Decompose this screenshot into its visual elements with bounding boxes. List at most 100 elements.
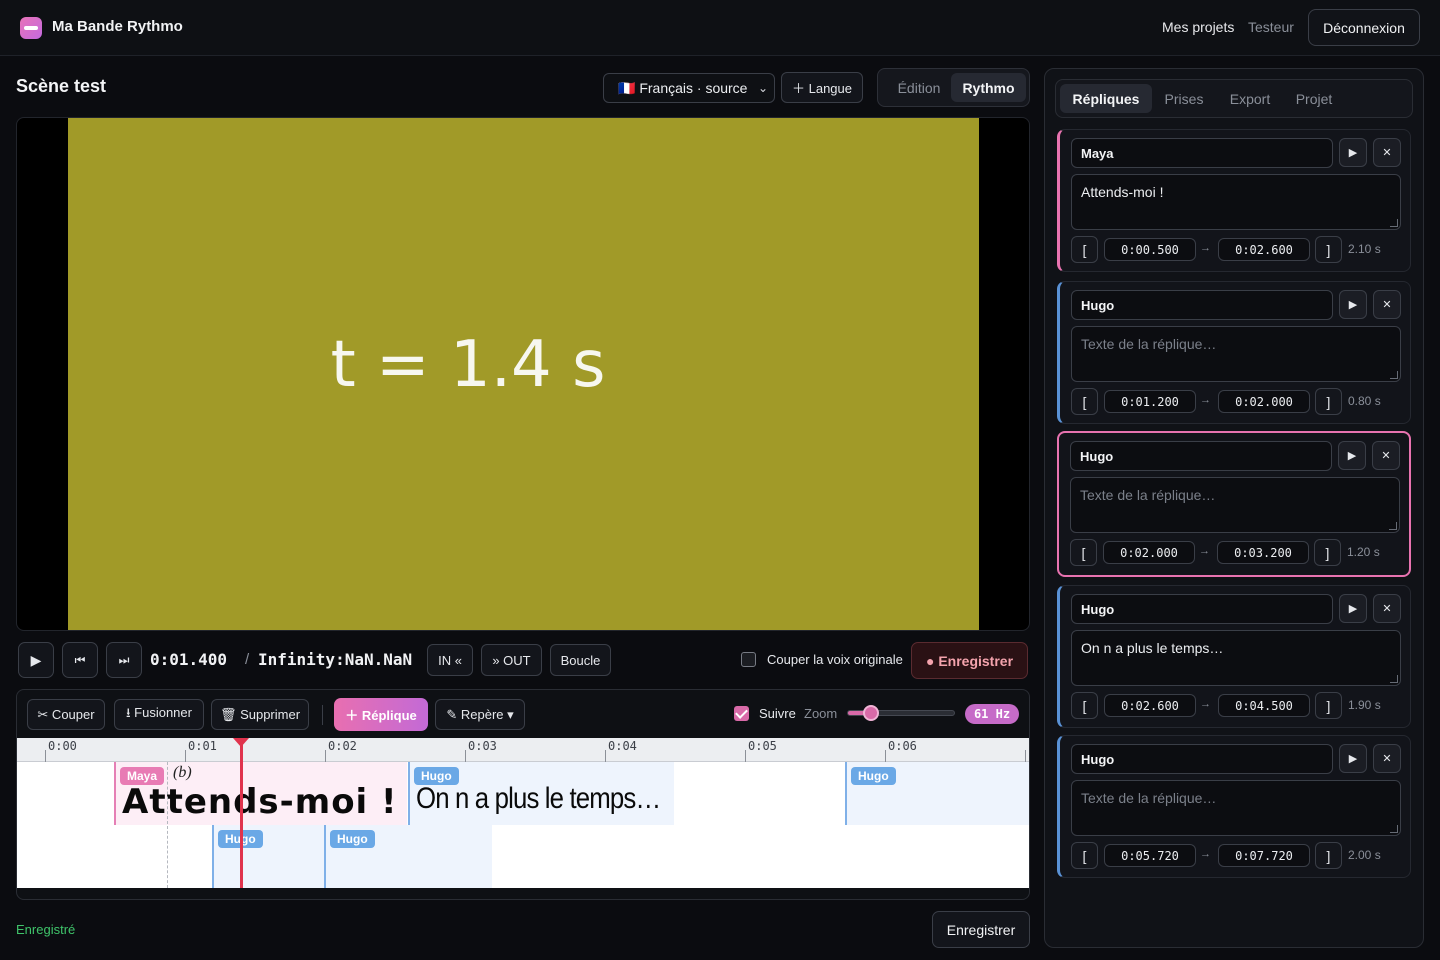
rythmo-block[interactable]: Hugo [324, 825, 492, 888]
add-line-button[interactable]: ＋ Réplique [334, 698, 428, 731]
tab-repliques[interactable]: Répliques [1060, 84, 1152, 113]
previous-button[interactable]: ⏮ [62, 642, 98, 678]
zoom-slider[interactable] [847, 705, 955, 721]
end-time-input[interactable]: 0:04.500 [1218, 694, 1310, 717]
start-time-input[interactable]: 0:00.500 [1104, 238, 1196, 261]
end-time-input[interactable]: 0:02.600 [1218, 238, 1310, 261]
line-text-input[interactable]: Texte de la réplique… [1071, 326, 1401, 382]
play-line-button[interactable]: ▶ [1338, 441, 1366, 470]
mark-in-button[interactable]: IN « [427, 644, 473, 676]
set-start-button[interactable]: [ [1070, 539, 1097, 566]
mode-edition-tab[interactable]: Édition [884, 73, 954, 102]
record-button[interactable]: ● Enregistrer [911, 642, 1028, 679]
arrow-right-icon: → [1200, 242, 1211, 254]
line-text-input[interactable]: Texte de la réplique… [1071, 780, 1401, 836]
rythmo-track-1[interactable]: Maya Attends-moi ! (b) Hugo On n a plus … [17, 762, 1029, 825]
tab-export[interactable]: Export [1220, 84, 1280, 113]
line-card[interactable]: Hugo ▶ ✕ Texte de la réplique… [0:01.200 → 0:0… [1057, 281, 1411, 424]
save-button[interactable]: Enregistrer [932, 911, 1030, 948]
playhead[interactable] [240, 738, 243, 888]
follow-checkbox[interactable] [734, 706, 749, 721]
start-time-input[interactable]: 0:02.600 [1104, 694, 1196, 717]
line-text-input[interactable]: On n a plus le temps… [1071, 630, 1401, 686]
end-time-input[interactable]: 0:03.200 [1217, 541, 1309, 564]
line-card[interactable]: Maya ▶ ✕ Attends-moi ! [0:00.500 → 0:02.600] 2.… [1057, 129, 1411, 272]
language-select[interactable]: 🇫🇷 Français · source ⌄ [603, 73, 775, 103]
ruler-tick [885, 750, 886, 762]
add-language-button[interactable]: ＋ Langue [781, 72, 863, 103]
delete-line-button[interactable]: ✕ [1373, 744, 1401, 773]
logout-button[interactable]: Déconnexion [1308, 9, 1420, 46]
cut-button[interactable]: ✂ Couper [27, 699, 105, 730]
loop-button[interactable]: Boucle [550, 644, 611, 676]
timecode-separator: / [245, 651, 250, 668]
set-end-button[interactable]: ] [1315, 236, 1342, 263]
video-player[interactable]: t = 1.4 s [16, 117, 1030, 631]
line-text-input[interactable]: Texte de la réplique… [1070, 477, 1400, 533]
cut-original-voice-checkbox[interactable] [741, 652, 756, 667]
tab-projet[interactable]: Projet [1286, 84, 1342, 113]
rythmo-track-2[interactable]: Hugo Hugo [17, 825, 1029, 888]
delete-line-button[interactable]: ✕ [1373, 594, 1401, 623]
line-card[interactable]: Hugo ▶ ✕ Texte de la réplique… [0:02.000 → 0:0… [1057, 431, 1411, 577]
line-card[interactable]: Hugo ▶ ✕ On n a plus le temps… [0:02.600 → 0:0… [1057, 585, 1411, 728]
rythmo-block[interactable]: Hugo [212, 825, 325, 888]
zoom-slider-thumb[interactable] [863, 705, 880, 721]
delete-button[interactable]: 🗑 Supprimer [211, 699, 309, 730]
ruler-tick [1025, 750, 1026, 762]
play-icon: ▶ [1348, 299, 1358, 311]
set-start-button[interactable]: [ [1071, 842, 1098, 869]
set-end-button[interactable]: ] [1315, 388, 1342, 415]
ruler-tick-label: 0:00 [48, 739, 77, 753]
mode-rythmo-tab[interactable]: Rythmo [951, 73, 1026, 102]
timeline-panel: ✂ Couper ⭳ Fusionner 🗑 Supprimer ＋ Répli… [16, 689, 1030, 900]
line-card[interactable]: Hugo ▶ ✕ Texte de la réplique… [0:05.720 → 0:0… [1057, 735, 1411, 878]
nav-tester-link[interactable]: Testeur [1248, 19, 1294, 35]
playhead-handle[interactable] [233, 738, 249, 747]
timeline-marker[interactable] [166, 762, 168, 888]
rythmo-block[interactable]: Hugo [845, 762, 1029, 825]
duration-timecode: Infinity:NaN.NaN [258, 650, 413, 669]
delete-line-button[interactable]: ✕ [1372, 441, 1400, 470]
speaker-field[interactable]: Maya [1071, 138, 1333, 168]
rythmo-block[interactable]: Hugo On n a plus le temps… [408, 762, 674, 825]
arrow-right-icon: → [1200, 394, 1211, 406]
rythmo-block[interactable]: Maya Attends-moi ! [114, 762, 407, 825]
language-select-value: 🇫🇷 Français · source [618, 79, 748, 96]
set-end-button[interactable]: ] [1315, 842, 1342, 869]
play-line-button[interactable]: ▶ [1339, 290, 1367, 319]
set-start-button[interactable]: [ [1071, 388, 1098, 415]
merge-button[interactable]: ⭳ Fusionner [114, 699, 204, 730]
set-end-button[interactable]: ] [1315, 692, 1342, 719]
timeline-ruler[interactable]: 0:00 0:01 0:02 0:03 0:04 0:05 0:06 [17, 738, 1029, 762]
video-overlay-text: t = 1.4 s [330, 328, 606, 402]
delete-line-button[interactable]: ✕ [1373, 138, 1401, 167]
marker-dropdown-button[interactable]: ✎ Repère ▾ [435, 699, 525, 730]
set-start-button[interactable]: [ [1071, 236, 1098, 263]
mark-out-button[interactable]: » OUT [481, 644, 542, 676]
speaker-field[interactable]: Hugo [1071, 744, 1333, 774]
play-line-button[interactable]: ▶ [1339, 594, 1367, 623]
ruler-tick [745, 750, 746, 762]
end-time-input[interactable]: 0:07.720 [1218, 844, 1310, 867]
set-end-button[interactable]: ] [1314, 539, 1341, 566]
play-button[interactable]: ▶ [18, 642, 54, 678]
tab-prises[interactable]: Prises [1154, 84, 1214, 113]
end-time-input[interactable]: 0:02.000 [1218, 390, 1310, 413]
play-line-button[interactable]: ▶ [1339, 744, 1367, 773]
next-button[interactable]: ⏭ [106, 642, 142, 678]
line-text-input[interactable]: Attends-moi ! [1071, 174, 1401, 230]
ruler-tick-label: 0:05 [748, 739, 777, 753]
start-time-input[interactable]: 0:05.720 [1104, 844, 1196, 867]
set-start-button[interactable]: [ [1071, 692, 1098, 719]
nav-my-projects-link[interactable]: Mes projets [1162, 19, 1234, 35]
start-time-input[interactable]: 0:01.200 [1104, 390, 1196, 413]
speaker-field[interactable]: Hugo [1071, 594, 1333, 624]
close-icon: ✕ [1382, 147, 1392, 159]
delete-line-button[interactable]: ✕ [1373, 290, 1401, 319]
speaker-field[interactable]: Hugo [1070, 441, 1332, 471]
line-duration: 1.90 s [1348, 698, 1381, 712]
play-line-button[interactable]: ▶ [1339, 138, 1367, 167]
start-time-input[interactable]: 0:02.000 [1103, 541, 1195, 564]
speaker-field[interactable]: Hugo [1071, 290, 1333, 320]
